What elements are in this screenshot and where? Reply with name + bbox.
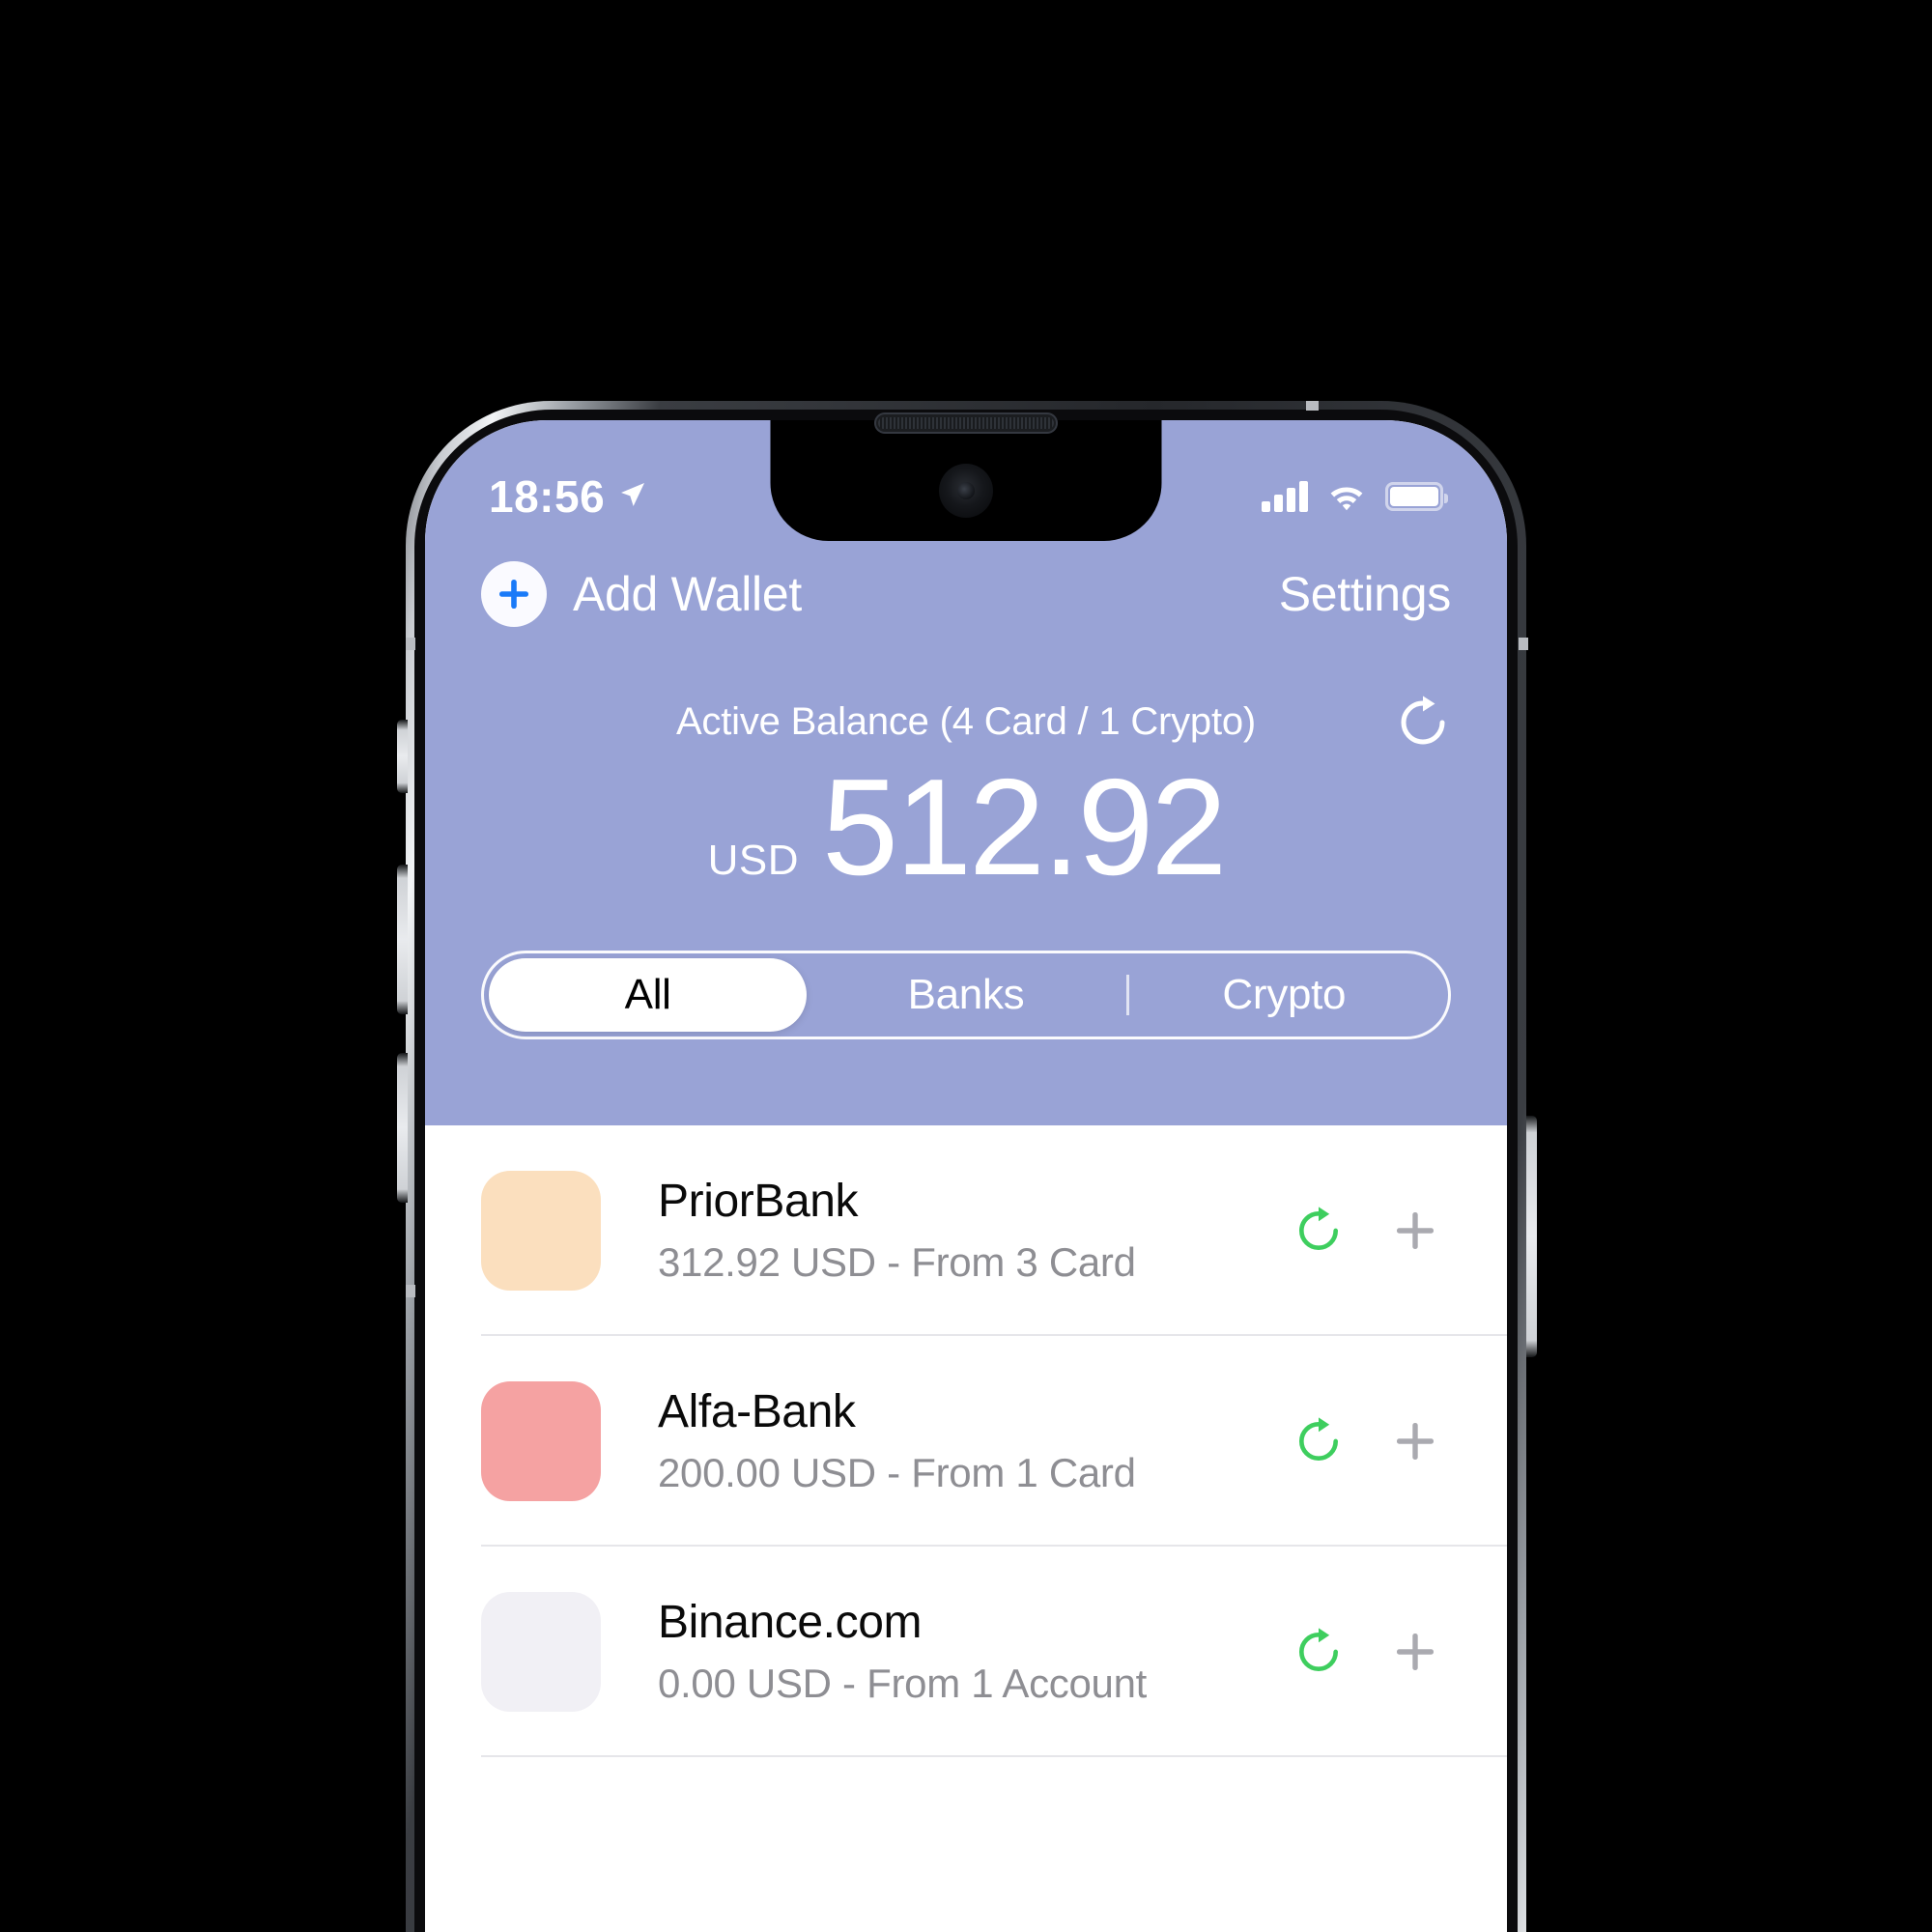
- plus-icon[interactable]: [1389, 1415, 1441, 1467]
- plus-icon[interactable]: [1389, 1626, 1441, 1678]
- antenna-seam: [1519, 638, 1528, 650]
- location-arrow-icon: [617, 479, 648, 515]
- tab-banks[interactable]: Banks: [807, 958, 1124, 1032]
- list-item[interactable]: Alfa-Bank 200.00 USD - From 1 Card: [425, 1336, 1507, 1547]
- tab-crypto[interactable]: Crypto: [1125, 958, 1443, 1032]
- front-camera-icon: [939, 464, 993, 518]
- balance-amount: 512.92: [822, 751, 1227, 904]
- header-nav-row: Add Wallet Settings: [425, 541, 1507, 647]
- add-wallet-button[interactable]: Add Wallet: [481, 561, 802, 627]
- wallet-avatar: [481, 1592, 601, 1712]
- wallet-name: PriorBank: [658, 1176, 859, 1228]
- wallet-detail: 312.92 USD - From 3 Card: [658, 1239, 1136, 1286]
- battery-full-icon: [1385, 482, 1448, 511]
- wallet-row-actions: [1293, 1626, 1441, 1678]
- volume-down-button[interactable]: [397, 1053, 408, 1203]
- status-time: 18:56: [489, 471, 606, 522]
- screenshot-canvas: 18:56 Add Wallet Settings Active Balance…: [0, 0, 1932, 1932]
- filter-segmented-control: All Banks Crypto: [481, 951, 1451, 1039]
- plus-icon[interactable]: [1389, 1205, 1441, 1257]
- phone-screen: 18:56 Add Wallet Settings Active Balance…: [425, 420, 1507, 1932]
- list-divider: [481, 1755, 1507, 1757]
- earpiece-speaker: [874, 412, 1058, 434]
- segment-divider: [1125, 975, 1129, 1015]
- balance-amount-row: USD 512.92: [425, 759, 1507, 896]
- add-wallet-label: Add Wallet: [573, 567, 802, 621]
- antenna-seam: [1306, 401, 1319, 411]
- balance-caption: Active Balance (4 Card / 1 Crypto): [675, 700, 1257, 743]
- settings-button[interactable]: Settings: [1279, 566, 1452, 622]
- wifi-icon: [1326, 481, 1367, 512]
- wallet-avatar: [481, 1171, 601, 1291]
- wallet-text-block: Binance.com 0.00 USD - From 1 Account: [658, 1596, 1293, 1707]
- wallet-row-actions: [1293, 1415, 1441, 1467]
- refresh-icon[interactable]: [1293, 1626, 1345, 1678]
- wallet-list: PriorBank 312.92 USD - From 3 Card Alfa-…: [425, 1125, 1507, 1757]
- balance-block: Active Balance (4 Card / 1 Crypto) USD 5…: [425, 647, 1507, 896]
- volume-up-button[interactable]: [397, 865, 408, 1014]
- cellular-bars-icon: [1262, 481, 1308, 512]
- balance-caption-row: Active Balance (4 Card / 1 Crypto): [425, 696, 1507, 744]
- wallet-row-actions: [1293, 1205, 1441, 1257]
- status-bar-left: 18:56: [489, 470, 648, 523]
- refresh-icon[interactable]: [1293, 1415, 1345, 1467]
- wallet-avatar: [481, 1381, 601, 1501]
- balance-currency: USD: [707, 837, 800, 884]
- wallet-text-block: Alfa-Bank 200.00 USD - From 1 Card: [658, 1385, 1293, 1496]
- mute-switch[interactable]: [397, 720, 408, 793]
- wallet-name: Alfa-Bank: [658, 1386, 856, 1438]
- power-button[interactable]: [1526, 1116, 1537, 1357]
- list-item[interactable]: Binance.com 0.00 USD - From 1 Account: [425, 1547, 1507, 1757]
- plus-icon: [481, 561, 547, 627]
- phone-frame: 18:56 Add Wallet Settings Active Balance…: [406, 401, 1526, 1932]
- antenna-seam: [406, 1285, 415, 1297]
- wallet-detail: 0.00 USD - From 1 Account: [658, 1661, 1148, 1707]
- refresh-icon[interactable]: [1293, 1205, 1345, 1257]
- wallet-detail: 200.00 USD - From 1 Card: [658, 1450, 1136, 1496]
- antenna-seam: [406, 638, 415, 650]
- tab-all[interactable]: All: [489, 958, 808, 1032]
- list-item[interactable]: PriorBank 312.92 USD - From 3 Card: [425, 1125, 1507, 1336]
- status-bar-right: [1262, 481, 1448, 512]
- wallet-name: Binance.com: [658, 1597, 923, 1649]
- refresh-icon[interactable]: [1395, 695, 1451, 751]
- wallet-text-block: PriorBank 312.92 USD - From 3 Card: [658, 1175, 1293, 1286]
